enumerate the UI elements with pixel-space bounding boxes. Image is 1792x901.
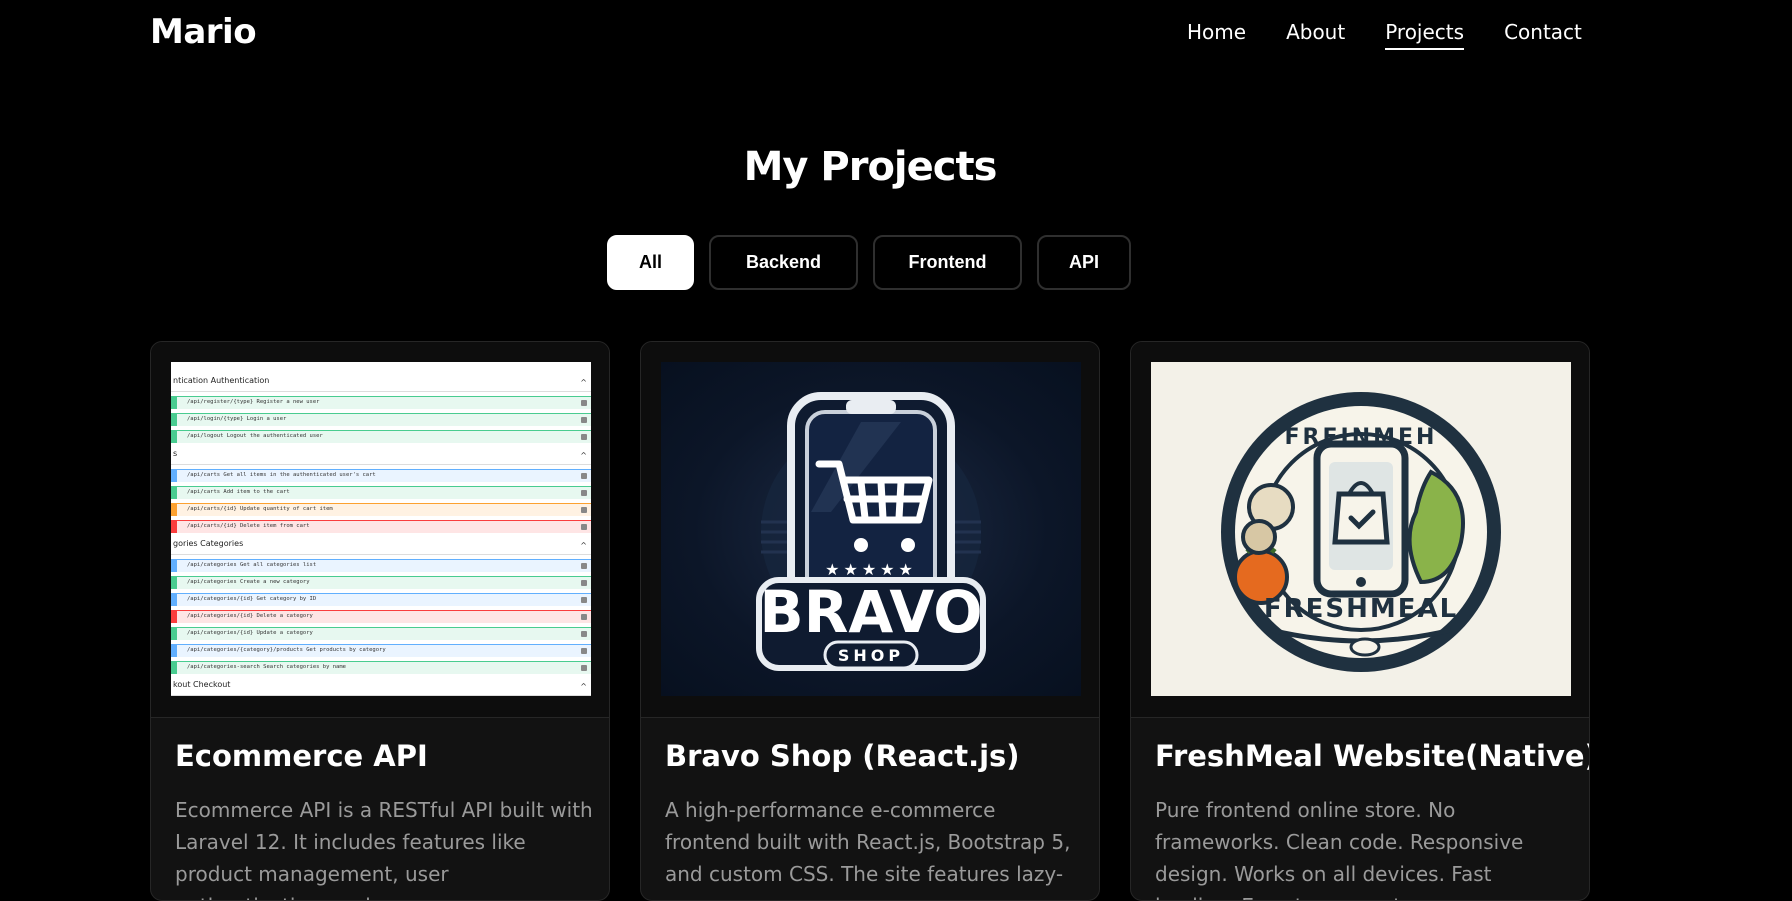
lock-icon [581, 490, 587, 496]
project-image-frame: ★★★★★ BRAVO SHOP [641, 342, 1099, 718]
project-image-frame: FREINMEH FRESHMEAL [1131, 342, 1589, 718]
api-section-label: kout Checkout [173, 680, 231, 689]
api-endpoint-row[interactable]: /api/carts/{id} Update quantity of cart … [171, 503, 591, 516]
bravo-subtitle: SHOP [838, 646, 904, 665]
chevron-up-icon: ^ [580, 451, 587, 460]
api-docs-preview: ntication Authentication ^ /api/register/{… [171, 362, 591, 696]
api-endpoint-label: /api/logout Logout the authenticated use… [187, 433, 323, 439]
lock-icon [581, 524, 587, 530]
lock-icon [581, 597, 587, 603]
lock-icon [581, 580, 587, 586]
api-endpoint-row[interactable]: /api/categories/{category}/products Get … [171, 644, 591, 657]
filter-frontend-button[interactable]: Frontend [873, 235, 1022, 290]
api-endpoint-label: /api/carts Get all items in the authenti… [187, 472, 376, 478]
api-endpoint-label: /api/categories/{id} Get category by ID [187, 596, 317, 602]
api-endpoint-label: /api/register/{type} Register a new user [187, 399, 320, 405]
lock-icon [581, 473, 587, 479]
api-section-header[interactable]: gories Categories ^ [171, 539, 591, 555]
api-endpoint-label: /api/categories/{id} Update a category [187, 630, 313, 636]
api-section-header[interactable]: kout Checkout ^ [171, 680, 591, 696]
api-endpoint-row[interactable]: /api/categories Create a new category [171, 576, 591, 589]
api-section-header[interactable]: s ^ [171, 449, 591, 465]
api-endpoint-row[interactable]: /api/carts Get all items in the authenti… [171, 469, 591, 482]
lock-icon [581, 400, 587, 406]
freshmeal-logo-graphic: FREINMEH FRESHMEAL [1221, 392, 1501, 672]
api-docs-screenshot: ntication Authentication ^ /api/register/{… [171, 362, 591, 696]
project-description: A high-performance e-commerce frontend b… [665, 798, 1071, 886]
lock-icon [581, 563, 587, 569]
api-endpoint-label: /api/carts Add item to the cart [187, 489, 290, 495]
nav-link-home[interactable]: Home [1187, 20, 1246, 50]
lock-icon [581, 614, 587, 620]
lock-icon [581, 631, 587, 637]
api-endpoint-row[interactable]: /api/categories Get all categories list [171, 559, 591, 572]
bravo-shop-logo: ★★★★★ BRAVO SHOP [661, 362, 1081, 696]
api-section-header[interactable]: ntication Authentication ^ [171, 376, 591, 392]
api-endpoint-row[interactable]: /api/carts Add item to the cart [171, 486, 591, 499]
freshmeal-top-text: FREINMEH [1285, 425, 1438, 450]
nav-links: Home About Projects Contact [1187, 20, 1622, 50]
api-endpoint-label: /api/carts/{id} Delete item from cart [187, 523, 310, 529]
bravo-logo-graphic: ★★★★★ BRAVO SHOP [756, 392, 986, 671]
api-endpoint-label: /api/categories Create a new category [187, 579, 310, 585]
api-endpoint-row[interactable]: /api/register/{type} Register a new user [171, 396, 591, 409]
lock-icon [581, 665, 587, 671]
api-endpoint-row[interactable]: /api/categories/{id} Delete a category [171, 610, 591, 623]
api-section-label: ntication Authentication [173, 376, 270, 385]
bravo-wordmark: BRAVO [760, 578, 983, 646]
lock-icon [581, 434, 587, 440]
api-endpoint-label: /api/categories Get all categories list [187, 562, 317, 568]
project-description: Pure frontend online store. No framework… [1155, 798, 1524, 900]
project-card[interactable]: ★★★★★ BRAVO SHOP Bravo Shop (React.js) A… [640, 341, 1100, 901]
api-endpoint-row[interactable]: /api/logout Logout the authenticated use… [171, 430, 591, 443]
api-endpoint-row[interactable]: /api/categories/{id} Update a category [171, 627, 591, 640]
page-title: My Projects [743, 144, 998, 190]
api-section-label: gories Categories [173, 539, 244, 548]
project-card[interactable]: FREINMEH FRESHMEAL FreshMeal Website(Nat… [1130, 341, 1590, 901]
api-endpoint-row[interactable]: /api/login/{type} Login a user [171, 413, 591, 426]
filter-backend-button[interactable]: Backend [709, 235, 858, 290]
freshmeal-logo: FREINMEH FRESHMEAL [1151, 362, 1571, 696]
api-endpoint-label: /api/categories/{id} Delete a category [187, 613, 313, 619]
bravo-stars: ★★★★★ [825, 560, 917, 579]
api-endpoint-label: /api/categories/{category}/products Get … [187, 647, 386, 653]
navbar: Mario Home About Projects Contact [0, 0, 1792, 70]
lock-icon [581, 648, 587, 654]
brand-logo[interactable]: Mario [150, 12, 257, 52]
chevron-up-icon: ^ [580, 541, 587, 550]
api-endpoint-row[interactable]: /api/categories-search Search categories… [171, 661, 591, 674]
lock-icon [581, 507, 587, 513]
project-filters: All Backend Frontend API [607, 235, 1146, 290]
chevron-up-icon: ^ [580, 378, 587, 387]
filter-all-button[interactable]: All [607, 235, 694, 290]
nav-link-projects[interactable]: Projects [1385, 20, 1465, 50]
chevron-up-icon: ^ [580, 682, 587, 691]
lock-icon [581, 417, 587, 423]
api-endpoint-row[interactable]: /api/categories/{id} Get category by ID [171, 593, 591, 606]
project-image-frame: ntication Authentication ^ /api/register/{… [151, 342, 609, 718]
project-card[interactable]: ntication Authentication ^ /api/register/{… [150, 341, 610, 901]
api-section-label: s [173, 449, 178, 458]
nav-link-about[interactable]: About [1286, 20, 1345, 50]
api-endpoint-label: /api/categories-search Search categories… [187, 664, 346, 670]
api-endpoint-label: /api/login/{type} Login a user [187, 416, 287, 422]
freshmeal-wordmark: FRESHMEAL [1264, 594, 1458, 624]
project-title[interactable]: Bravo Shop (React.js) [665, 739, 1020, 773]
nav-link-contact[interactable]: Contact [1504, 20, 1582, 50]
api-endpoint-label: /api/carts/{id} Update quantity of cart … [187, 506, 333, 512]
project-title[interactable]: FreshMeal Website(Native) [1155, 739, 1589, 773]
project-description: Ecommerce API is a RESTful API built wit… [175, 798, 593, 900]
filter-api-button[interactable]: API [1037, 235, 1131, 290]
api-endpoint-row[interactable]: /api/carts/{id} Delete item from cart [171, 520, 591, 533]
project-title[interactable]: Ecommerce API [175, 739, 428, 773]
